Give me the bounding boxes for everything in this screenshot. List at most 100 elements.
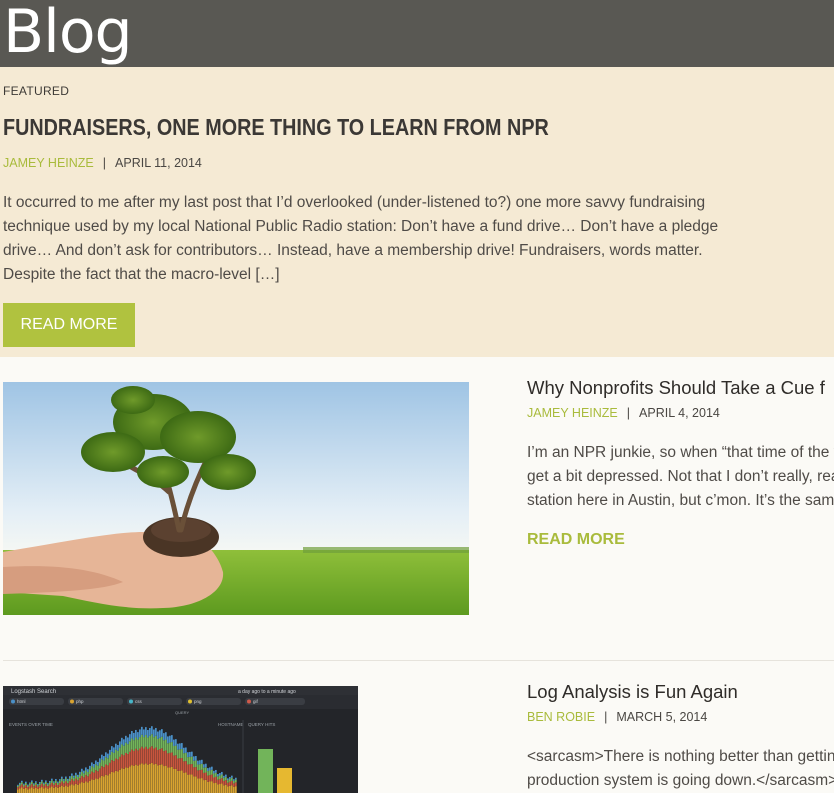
histogram-bar-segment <box>171 766 173 793</box>
histogram-bar-segment <box>73 775 75 778</box>
histogram-bar-segment <box>177 770 179 793</box>
histogram-bar-segment <box>225 774 227 777</box>
histogram-bar-segment <box>109 762 111 774</box>
histogram-bar-segment <box>161 736 163 749</box>
histogram-bar-segment <box>227 778 229 781</box>
histogram-bar-segment <box>103 776 105 793</box>
histogram-bar-segment <box>189 751 191 757</box>
histogram-bar-segment <box>49 782 51 785</box>
histogram-bar-segment <box>39 785 41 789</box>
histogram-bar-segment <box>111 771 113 793</box>
post-divider <box>3 660 834 661</box>
featured-post-title[interactable]: FUNDRAISERS, ONE MORE THING TO LEARN FRO… <box>3 114 549 141</box>
panel-events-title: EVENTS OVER TIME <box>9 722 53 727</box>
histogram-bar-segment <box>125 735 127 743</box>
histogram-bar-segment <box>59 779 61 781</box>
histogram-bar-segment <box>17 785 19 788</box>
post-author-link[interactable]: JAMEY HEINZE <box>527 406 618 420</box>
histogram-bar-segment <box>197 764 199 771</box>
histogram-bar-segment <box>211 769 213 775</box>
histogram-bar-segment <box>119 756 121 770</box>
histogram-bar-segment <box>103 756 105 761</box>
histogram-bar-segment <box>41 787 43 793</box>
read-more-button[interactable]: READ MORE <box>3 303 135 347</box>
histogram-bar-segment <box>141 734 143 747</box>
histogram-bar-segment <box>167 743 169 754</box>
histogram-bar-segment <box>211 781 213 793</box>
featured-label: FEATURED <box>3 84 70 98</box>
histogram-bar-segment <box>17 787 19 790</box>
histogram-bar-segment <box>191 756 193 765</box>
histogram-bar-segment <box>217 779 219 785</box>
logstash-dashboard-screenshot[interactable]: Logstash Search a day ago to a minute ag… <box>3 686 358 793</box>
histogram-bar-segment <box>227 780 229 783</box>
histogram-bar-segment <box>87 769 89 773</box>
histogram-bar-segment <box>131 738 133 750</box>
histogram-bar-segment <box>121 768 123 793</box>
histogram-bar-segment <box>79 783 81 793</box>
histogram-bar-segment <box>111 760 113 772</box>
histogram-bar-segment <box>49 780 51 783</box>
histogram-bar-segment <box>233 783 235 787</box>
histogram-bar-segment <box>21 787 23 793</box>
histogram-bar-segment <box>183 761 185 773</box>
histogram-bar-segment <box>171 752 173 767</box>
histogram-bar-segment <box>83 773 85 778</box>
post-title-link[interactable]: Log Analysis is Fun Again <box>527 681 738 703</box>
histogram-bar-segment <box>125 767 127 793</box>
post-title-link[interactable]: Why Nonprofits Should Take a Cue f <box>527 377 825 399</box>
histogram-bar-segment <box>31 784 33 788</box>
histogram-bar-segment <box>135 729 137 738</box>
post-excerpt: I’m an NPR junkie, so when “that time of… <box>527 441 834 513</box>
histogram-bar-segment <box>171 735 173 743</box>
histogram-bar-segment <box>159 764 161 793</box>
histogram-bar-segment <box>47 788 49 793</box>
histogram-bar-segment <box>135 764 137 793</box>
histogram-bar-segment <box>225 776 227 781</box>
histogram-bar-segment <box>69 781 71 786</box>
histogram-bar-segment <box>231 777 233 781</box>
post-author-link[interactable]: BEN ROBIE <box>527 710 595 724</box>
hands-holding-tree-photo[interactable] <box>3 382 469 615</box>
histogram-bar-segment <box>103 760 105 768</box>
histogram-bar-segment <box>121 744 123 755</box>
histogram-bar-segment <box>95 764 97 771</box>
histogram-bar-segment <box>55 778 57 781</box>
histogram-bar-segment <box>51 778 53 781</box>
histogram-bar-segment <box>97 779 99 793</box>
histogram-bar-segment <box>169 767 171 793</box>
histogram-bar-segment <box>47 786 49 789</box>
read-more-link[interactable]: READ MORE <box>527 531 625 549</box>
histogram-bar-segment <box>131 749 133 766</box>
histogram-bar-segment <box>177 743 179 750</box>
histogram-bar-segment <box>41 779 43 782</box>
histogram-bar-segment <box>97 765 99 772</box>
histogram-bar-segment <box>153 737 155 749</box>
histogram-bar-segment <box>45 787 47 793</box>
histogram-bar-segment <box>219 775 221 780</box>
post-author-link[interactable]: JAMEY HEINZE <box>3 156 94 170</box>
histogram-bar-segment <box>39 788 41 793</box>
histogram-bar-segment <box>115 749 117 759</box>
histogram-bar-segment <box>191 764 193 775</box>
histogram-bar-segment <box>33 788 35 793</box>
histogram-bar-segment <box>193 760 195 768</box>
histogram-bar-segment <box>139 748 141 765</box>
excerpt-line: production system is going down.</sarcas… <box>527 772 834 789</box>
histogram-bar-segment <box>45 780 47 782</box>
histogram-bar-segment <box>55 786 57 793</box>
histogram-bar-segment <box>129 751 131 767</box>
histogram-bar-segment <box>83 782 85 793</box>
histogram-bar-segment <box>99 768 101 778</box>
histogram-bar-segment <box>71 775 73 780</box>
query-hits-bar <box>277 768 292 793</box>
histogram-bar-segment <box>187 757 189 765</box>
histogram-bar-segment <box>93 763 95 768</box>
histogram-bar-segment <box>133 750 135 766</box>
histogram-bar-segment <box>181 758 183 771</box>
histogram-bar-segment <box>165 732 167 740</box>
histogram-bar-segment <box>155 747 157 764</box>
histogram-bar-segment <box>197 778 199 793</box>
excerpt-line: station here in Austin, but c’mon. It’s … <box>527 492 834 509</box>
histogram-bar-segment <box>97 771 99 780</box>
